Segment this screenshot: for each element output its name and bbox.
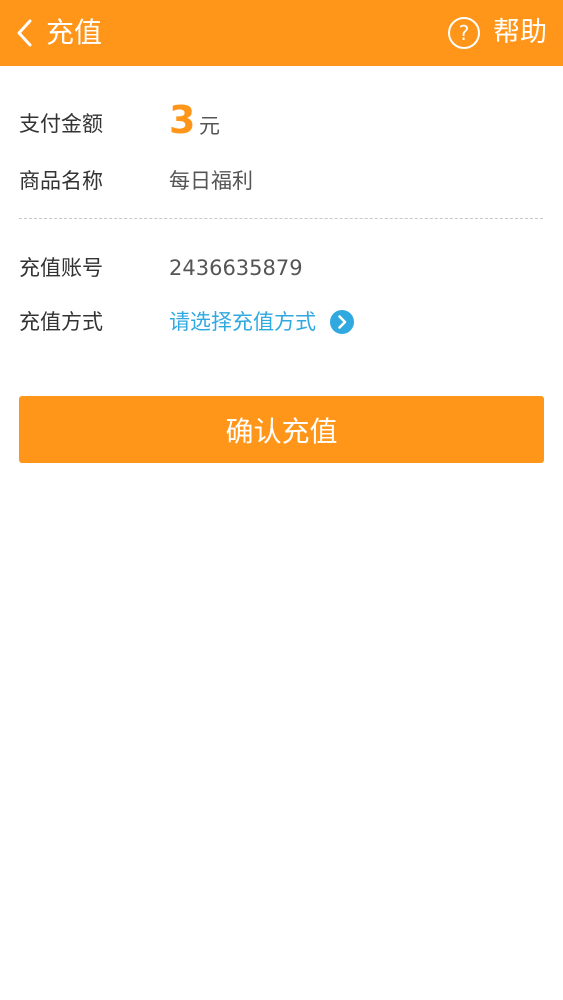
page-title: 充值	[46, 16, 103, 49]
product-label: 商品名称	[19, 169, 103, 193]
help-button[interactable]: ? 帮助	[447, 14, 547, 52]
confirm-recharge-button[interactable]: 确认充值	[19, 396, 544, 463]
amount-row: 支付金额 3 元	[19, 98, 544, 144]
product-row: 商品名称 每日福利	[19, 161, 544, 201]
account-label: 充值账号	[19, 256, 103, 280]
help-label: 帮助	[493, 17, 547, 48]
account-row: 充值账号 2436635879	[19, 248, 544, 288]
method-row: 充值方式 请选择充值方式	[19, 302, 544, 342]
amount-value: 3	[169, 98, 196, 142]
amount-unit: 元	[199, 114, 220, 138]
account-value: 2436635879	[169, 256, 303, 280]
svg-text:?: ?	[459, 21, 470, 45]
top-bar: 充值 ? 帮助	[0, 0, 563, 66]
back-button[interactable]	[10, 14, 38, 52]
chevron-right-circle-icon	[330, 310, 354, 334]
select-method-link[interactable]: 请选择充值方式	[169, 302, 354, 342]
chevron-left-icon	[17, 19, 32, 47]
product-value: 每日福利	[169, 169, 253, 193]
section-divider	[19, 218, 543, 219]
question-circle-icon: ?	[448, 17, 480, 49]
amount-label: 支付金额	[19, 112, 103, 136]
method-label: 充值方式	[19, 310, 103, 334]
select-method-text: 请选择充值方式	[169, 310, 316, 334]
